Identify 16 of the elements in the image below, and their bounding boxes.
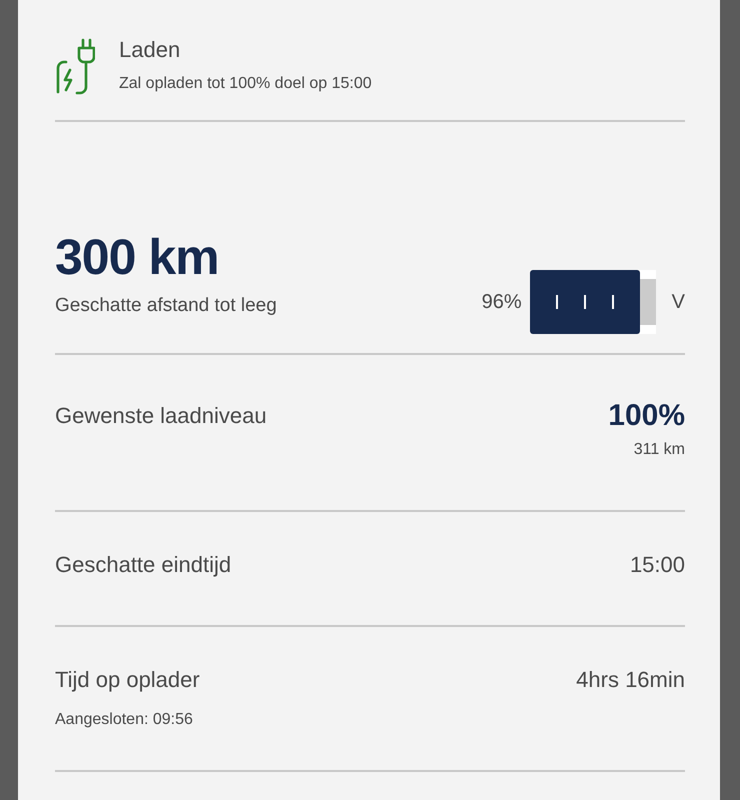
charging-plug-icon bbox=[55, 38, 95, 96]
battery-unit: V bbox=[672, 290, 685, 314]
row-label: Tijd op oplader bbox=[55, 666, 200, 694]
row-sublabel: Aangesloten: 09:56 bbox=[55, 710, 194, 730]
row-value: 100% bbox=[608, 399, 685, 432]
status-subtitle: Zal opladen tot 100% doel op 15:00 bbox=[119, 74, 372, 94]
row-value: 15:00 bbox=[630, 551, 685, 579]
battery-icon bbox=[530, 270, 656, 334]
range-value: 300 km bbox=[55, 232, 220, 282]
range-label: Geschatte afstand tot leeg bbox=[55, 294, 277, 318]
row-value: 4hrs 16min bbox=[576, 666, 685, 694]
status-title: Laden bbox=[119, 38, 182, 62]
row-label: Gewenste laadniveau bbox=[55, 402, 267, 430]
row-label: Geschatte eindtijd bbox=[55, 551, 232, 579]
battery-percent: 96% bbox=[482, 290, 522, 314]
row-detail: 311 km bbox=[632, 440, 685, 460]
